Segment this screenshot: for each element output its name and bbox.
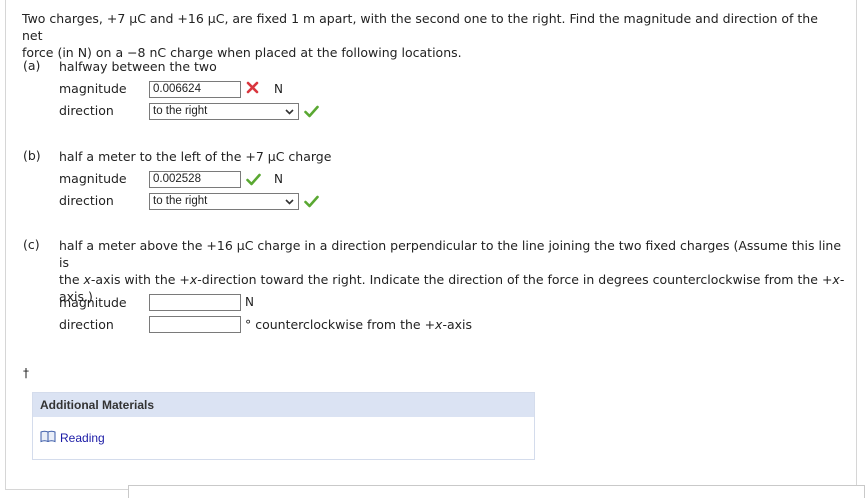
correct-check-icon [304, 195, 319, 211]
part-a-text: halfway between the two [59, 59, 217, 74]
additional-materials-panel: Additional Materials Reading [32, 392, 535, 460]
reading-link-label: Reading [60, 431, 105, 445]
part-b-direction-label: direction [59, 193, 114, 208]
dagger-mark: † [23, 366, 29, 380]
part-a-label: (a) [23, 58, 41, 73]
part-c-direction-unit: ° counterclockwise from the +x-axis [245, 317, 473, 332]
part-c-magnitude-unit: N [245, 295, 254, 309]
reading-link[interactable]: Reading [40, 430, 105, 446]
question-text: Two charges, +7 μC and +16 μC, are fixed… [22, 10, 842, 61]
part-c-text-line-1: half a meter above the +16 μC charge in … [59, 238, 842, 270]
part-a-direction-value: to the right [153, 105, 208, 117]
part-b-direction-select[interactable]: to the right [149, 193, 299, 210]
additional-materials-title: Additional Materials [40, 398, 155, 412]
book-icon [40, 430, 56, 446]
part-b-label: (b) [23, 148, 41, 163]
part-c-direction-input[interactable] [149, 316, 241, 333]
part-a-direction-select[interactable]: to the right [149, 103, 299, 120]
part-b-magnitude-unit: N [274, 172, 283, 186]
part-a-direction-label: direction [59, 103, 114, 118]
part-c-magnitude-input[interactable] [149, 294, 241, 311]
correct-check-icon [304, 105, 319, 121]
chevron-down-icon [285, 107, 294, 120]
question-line-1: Two charges, +7 μC and +16 μC, are fixed… [22, 11, 818, 43]
additional-materials-header: Additional Materials [33, 393, 534, 417]
chevron-down-icon [285, 197, 294, 210]
part-c-text-line-2: the x-axis with the +x-direction toward … [59, 272, 845, 287]
bottom-panel [128, 485, 865, 498]
part-a-magnitude-input[interactable]: 0.006624 [149, 81, 241, 98]
incorrect-x-icon [246, 81, 259, 97]
correct-check-icon [246, 173, 261, 189]
part-b-magnitude-input[interactable]: 0.002528 [149, 171, 241, 188]
part-a-magnitude-unit: N [274, 82, 283, 96]
part-b-text: half a meter to the left of the +7 μC ch… [59, 149, 332, 164]
part-c-direction-label: direction [59, 317, 114, 332]
part-b-magnitude-label: magnitude [59, 171, 127, 186]
part-b-direction-value: to the right [153, 195, 208, 207]
part-a-magnitude-label: magnitude [59, 81, 127, 96]
part-c-magnitude-label: magnitude [59, 295, 127, 310]
part-c-label: (c) [23, 237, 40, 252]
